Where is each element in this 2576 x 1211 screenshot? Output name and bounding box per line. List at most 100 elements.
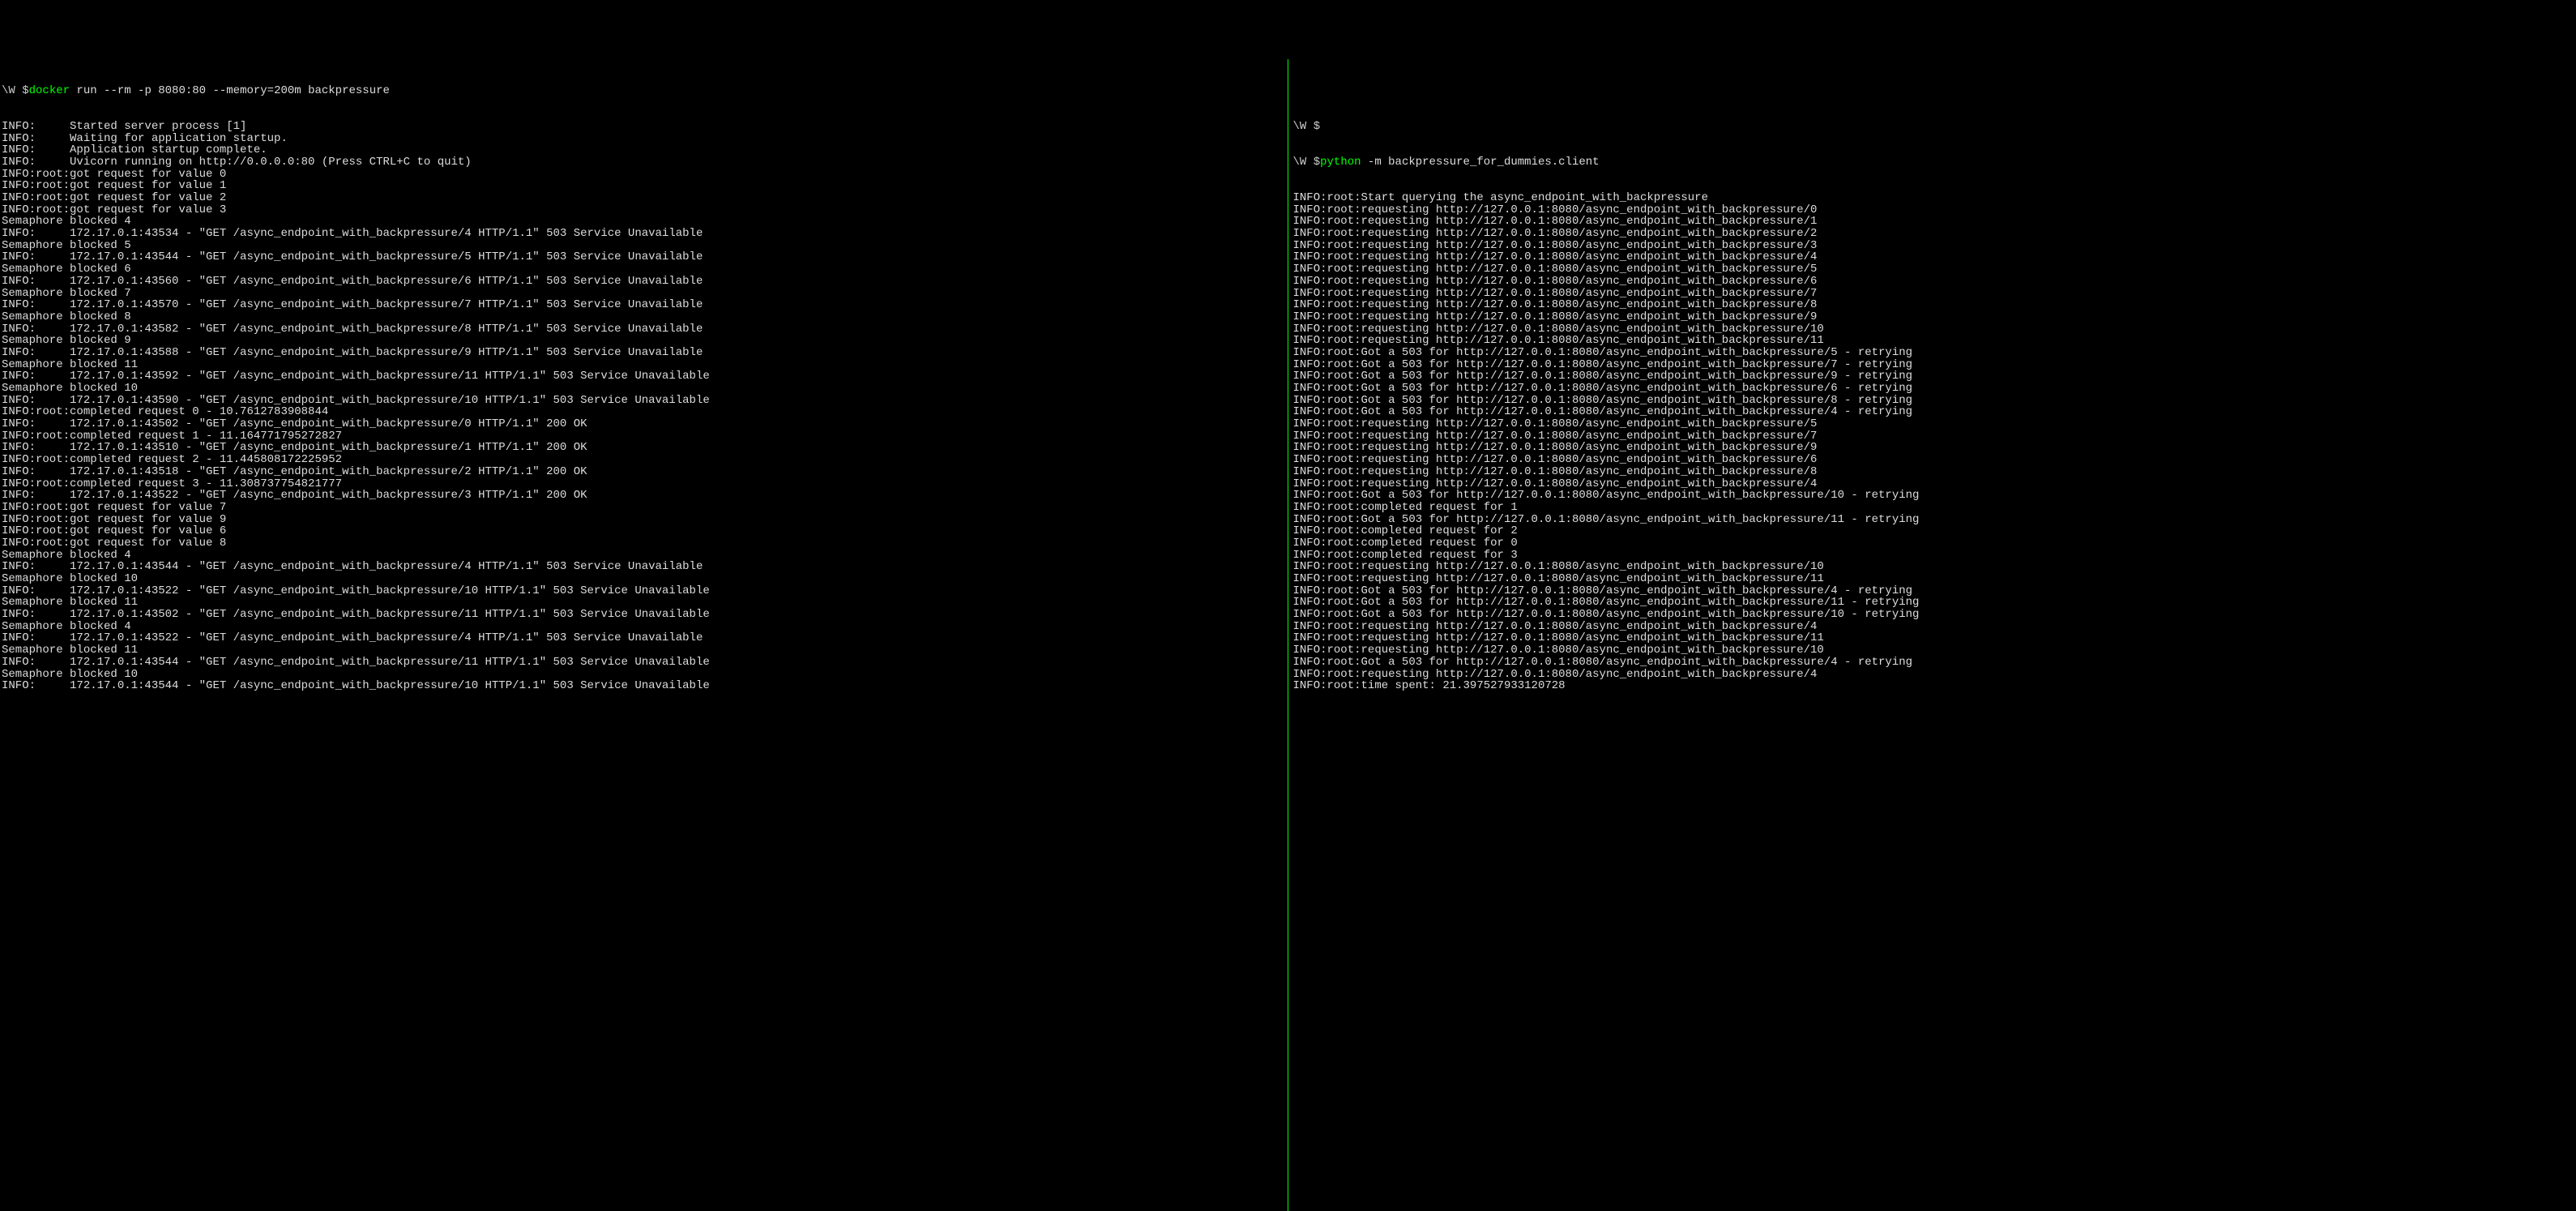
- terminal-output-line: INFO:root:requesting http://127.0.0.1:80…: [1293, 251, 2574, 263]
- terminal-output-line: INFO:root:requesting http://127.0.0.1:80…: [1293, 478, 2574, 490]
- terminal-output-line: INFO:root:requesting http://127.0.0.1:80…: [1293, 276, 2574, 288]
- terminal-output-line: Semaphore blocked 10: [2, 383, 1284, 395]
- terminal-output-line: Semaphore blocked 9: [2, 335, 1284, 347]
- terminal-output-line: Semaphore blocked 10: [2, 573, 1284, 585]
- terminal-output-line: INFO: Application startup complete.: [2, 144, 1284, 156]
- terminal-output-line: INFO:root:Got a 503 for http://127.0.0.1…: [1293, 597, 2574, 609]
- terminal-output-line: INFO: 172.17.0.1:43522 - "GET /async_end…: [2, 585, 1284, 597]
- terminal-output-line: INFO:root:completed request 0 - 10.76127…: [2, 406, 1284, 418]
- left-prompt: \W $: [2, 84, 29, 97]
- terminal-output-line: INFO:root:Got a 503 for http://127.0.0.1…: [1293, 370, 2574, 383]
- terminal-output-line: Semaphore blocked 8: [2, 311, 1284, 323]
- terminal-output-line: Semaphore blocked 4: [2, 550, 1284, 562]
- terminal-output-line: INFO:root:Got a 503 for http://127.0.0.1…: [1293, 347, 2574, 359]
- terminal-output-line: INFO: 172.17.0.1:43502 - "GET /async_end…: [2, 418, 1284, 430]
- terminal-output-line: INFO:root:Got a 503 for http://127.0.0.1…: [1293, 395, 2574, 407]
- terminal-output-line: INFO:root:requesting http://127.0.0.1:80…: [1293, 442, 2574, 454]
- terminal-output-line: Semaphore blocked 10: [2, 669, 1284, 681]
- terminal-output-line: Semaphore blocked 4: [2, 621, 1284, 633]
- terminal-output-line: INFO: 172.17.0.1:43534 - "GET /async_end…: [2, 228, 1284, 240]
- right-prompt-empty: \W $: [1293, 120, 1321, 133]
- terminal-output-line: INFO:root:requesting http://127.0.0.1:80…: [1293, 335, 2574, 347]
- terminal-output-line: INFO: 172.17.0.1:43518 - "GET /async_end…: [2, 466, 1284, 478]
- terminal-output-line: INFO:root:got request for value 0: [2, 169, 1284, 181]
- terminal-output-line: Semaphore blocked 4: [2, 216, 1284, 228]
- terminal-output-line: INFO:root:got request for value 1: [2, 180, 1284, 192]
- terminal-output-line: INFO:root:got request for value 7: [2, 502, 1284, 514]
- terminal-output-line: INFO:root:requesting http://127.0.0.1:80…: [1293, 288, 2574, 300]
- terminal-output-line: INFO: 172.17.0.1:43502 - "GET /async_end…: [2, 609, 1284, 621]
- terminal-output-line: Semaphore blocked 11: [2, 359, 1284, 371]
- terminal-output-line: INFO:root:requesting http://127.0.0.1:80…: [1293, 621, 2574, 633]
- terminal-output-line: INFO: 172.17.0.1:43588 - "GET /async_end…: [2, 347, 1284, 359]
- terminal-output-line: INFO:root:requesting http://127.0.0.1:80…: [1293, 311, 2574, 323]
- terminal-output-line: INFO:root:requesting http://127.0.0.1:80…: [1293, 632, 2574, 644]
- terminal-output-line: INFO:root:completed request 3 - 11.30873…: [2, 478, 1284, 490]
- terminal-output-line: INFO:root:Got a 503 for http://127.0.0.1…: [1293, 585, 2574, 597]
- right-prompt: \W $: [1293, 156, 1321, 169]
- terminal-output-line: Semaphore blocked 11: [2, 597, 1284, 609]
- right-command-args: -m backpressure_for_dummies.client: [1361, 156, 1600, 169]
- terminal-output-line: INFO: 172.17.0.1:43544 - "GET /async_end…: [2, 561, 1284, 573]
- terminal-output-line: INFO:root:requesting http://127.0.0.1:80…: [1293, 669, 2574, 681]
- terminal-output-line: INFO:root:got request for value 8: [2, 537, 1284, 550]
- terminal-output-line: INFO:root:requesting http://127.0.0.1:80…: [1293, 466, 2574, 478]
- terminal-output-line: INFO: 172.17.0.1:43544 - "GET /async_end…: [2, 251, 1284, 263]
- terminal-output-line: INFO:root:got request for value 6: [2, 525, 1284, 537]
- terminal-output-line: INFO:root:requesting http://127.0.0.1:80…: [1293, 204, 2574, 216]
- terminal-output-line: INFO:root:got request for value 3: [2, 204, 1284, 216]
- terminal-output-line: INFO:root:requesting http://127.0.0.1:80…: [1293, 299, 2574, 311]
- terminal-output-line: INFO:root:requesting http://127.0.0.1:80…: [1293, 561, 2574, 573]
- terminal-output-line: INFO: 172.17.0.1:43544 - "GET /async_end…: [2, 680, 1284, 692]
- terminal-output-line: INFO: Waiting for application startup.: [2, 133, 1284, 145]
- terminal-output-line: INFO:root:completed request for 2: [1293, 525, 2574, 537]
- terminal-output-line: INFO: 172.17.0.1:43582 - "GET /async_end…: [2, 323, 1284, 336]
- terminal-output-line: INFO:root:got request for value 2: [2, 192, 1284, 204]
- terminal-output-line: INFO:root:requesting http://127.0.0.1:80…: [1293, 263, 2574, 276]
- terminal-output-line: INFO:root:requesting http://127.0.0.1:80…: [1293, 644, 2574, 657]
- terminal-output-line: INFO: Uvicorn running on http://0.0.0.0:…: [2, 156, 1284, 169]
- left-output: INFO: Started server process [1]INFO: Wa…: [2, 121, 1284, 692]
- terminal-output-line: INFO:root:requesting http://127.0.0.1:80…: [1293, 418, 2574, 430]
- terminal-output-line: INFO:root:time spent: 21.397527933120728: [1293, 680, 2574, 692]
- terminal-output-line: INFO:root:completed request for 3: [1293, 550, 2574, 562]
- terminal-output-line: INFO:root:requesting http://127.0.0.1:80…: [1293, 216, 2574, 228]
- right-command-name: python: [1320, 156, 1361, 169]
- terminal-output-line: INFO:root:requesting http://127.0.0.1:80…: [1293, 240, 2574, 252]
- terminal-output-line: INFO:root:completed request 2 - 11.44580…: [2, 454, 1284, 466]
- right-blank-line: [1293, 85, 2574, 97]
- terminal-output-line: Semaphore blocked 7: [2, 288, 1284, 300]
- left-command-name: docker: [29, 84, 70, 97]
- left-prompt-line: \W $docker run --rm -p 8080:80 --memory=…: [2, 85, 1284, 97]
- terminal-output-line: INFO:root:requesting http://127.0.0.1:80…: [1293, 228, 2574, 240]
- terminal-output-line: INFO:root:completed request 1 - 11.16477…: [2, 430, 1284, 443]
- terminal-output-line: INFO: 172.17.0.1:43570 - "GET /async_end…: [2, 299, 1284, 311]
- left-terminal-pane[interactable]: \W $docker run --rm -p 8080:80 --memory=…: [0, 59, 1288, 1211]
- terminal-output-line: INFO: Started server process [1]: [2, 121, 1284, 133]
- terminal-output-line: INFO: 172.17.0.1:43522 - "GET /async_end…: [2, 632, 1284, 644]
- terminal-output-line: INFO: 172.17.0.1:43522 - "GET /async_end…: [2, 490, 1284, 502]
- terminal-output-line: INFO:root:Got a 503 for http://127.0.0.1…: [1293, 383, 2574, 395]
- terminal-output-line: INFO: 172.17.0.1:43560 - "GET /async_end…: [2, 276, 1284, 288]
- terminal-output-line: INFO:root:completed request for 1: [1293, 502, 2574, 514]
- terminal-output-line: Semaphore blocked 11: [2, 644, 1284, 657]
- terminal-output-line: Semaphore blocked 6: [2, 263, 1284, 276]
- terminal-output-line: INFO:root:requesting http://127.0.0.1:80…: [1293, 430, 2574, 443]
- split-terminal: \W $docker run --rm -p 8080:80 --memory=…: [0, 59, 2576, 1211]
- terminal-output-line: INFO: 172.17.0.1:43592 - "GET /async_end…: [2, 370, 1284, 383]
- terminal-output-line: INFO:root:Start querying the async_endpo…: [1293, 192, 2574, 204]
- terminal-output-line: INFO:root:Got a 503 for http://127.0.0.1…: [1293, 514, 2574, 526]
- terminal-output-line: INFO: 172.17.0.1:43544 - "GET /async_end…: [2, 657, 1284, 669]
- right-output: INFO:root:Start querying the async_endpo…: [1293, 192, 2574, 692]
- terminal-output-line: INFO:root:Got a 503 for http://127.0.0.1…: [1293, 406, 2574, 418]
- terminal-output-line: INFO:root:Got a 503 for http://127.0.0.1…: [1293, 490, 2574, 502]
- terminal-output-line: INFO: 172.17.0.1:43590 - "GET /async_end…: [2, 395, 1284, 407]
- terminal-output-line: Semaphore blocked 5: [2, 240, 1284, 252]
- terminal-output-line: INFO:root:requesting http://127.0.0.1:80…: [1293, 454, 2574, 466]
- right-terminal-pane[interactable]: \W $ \W $python -m backpressure_for_dumm…: [1288, 59, 2576, 1211]
- terminal-output-line: INFO:root:completed request for 0: [1293, 537, 2574, 550]
- terminal-output-line: INFO:root:Got a 503 for http://127.0.0.1…: [1293, 359, 2574, 371]
- terminal-output-line: INFO:root:Got a 503 for http://127.0.0.1…: [1293, 609, 2574, 621]
- terminal-output-line: INFO:root:got request for value 9: [2, 514, 1284, 526]
- terminal-output-line: INFO:root:requesting http://127.0.0.1:80…: [1293, 573, 2574, 585]
